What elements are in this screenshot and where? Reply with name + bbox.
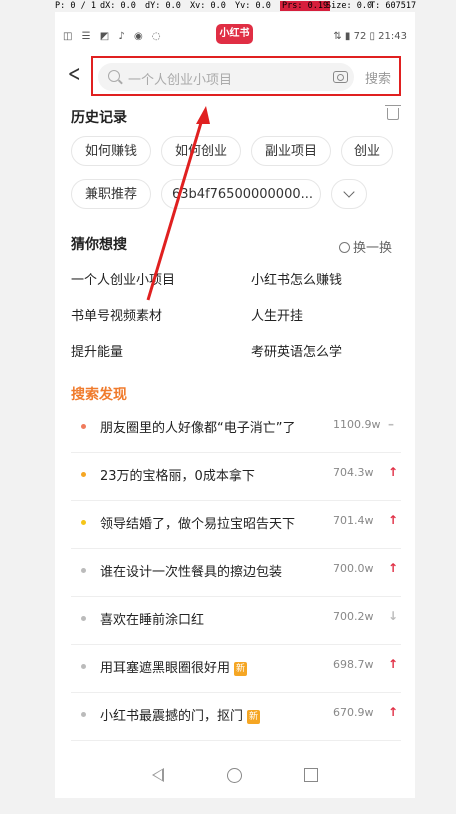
trend-arrow-icon: ↑ xyxy=(388,465,399,479)
trend-title: 朋友圈里的人好像都“电子消亡”了 xyxy=(100,421,296,436)
trend-count: 701.4w xyxy=(333,514,374,527)
trend-title: 用耳塞遮黑眼圈很好用新 xyxy=(100,657,248,676)
trend-row[interactable]: 领导结婚了，做个易拉宝昭告天下 701.4w ↑ xyxy=(71,501,401,549)
guess-item[interactable]: 提升能量 xyxy=(71,341,123,360)
refresh-label: 换一换 xyxy=(353,241,393,256)
discover-title: 搜索发现 xyxy=(71,387,127,403)
camera-icon[interactable] xyxy=(333,71,348,83)
trend-row[interactable]: 用耳塞遮黑眼圈很好用新 698.7w ↑ xyxy=(71,645,401,693)
trend-title: 领导结婚了，做个易拉宝昭告天下 xyxy=(100,517,296,532)
search-field-highlight: 一个人创业小项目 搜索 xyxy=(91,56,401,96)
trend-arrow-icon: ↑ xyxy=(388,561,399,575)
guess-title: 猜你想搜 xyxy=(71,237,127,253)
guess-item[interactable]: 考研英语怎么学 xyxy=(251,341,342,360)
refresh-icon xyxy=(339,242,350,253)
history-chip[interactable]: 如何赚钱 xyxy=(71,136,151,166)
trend-title: 喜欢在睡前涂口红 xyxy=(100,613,205,628)
trend-arrow-icon: ↓ xyxy=(388,609,399,623)
guess-item[interactable]: 书单号视频素材 xyxy=(71,305,162,324)
debug-size: Size: 0.0 xyxy=(326,1,373,11)
history-chip[interactable]: 63b4f76500000000... xyxy=(161,179,321,209)
debug-dy: dY: 0.0 xyxy=(145,1,181,11)
trend-title-text: 小红书最震撼的门，抠门 xyxy=(100,709,244,724)
trend-count: 700.2w xyxy=(333,610,374,623)
debug-t: T: 607517 xyxy=(370,1,417,11)
guess-item[interactable]: 一个人创业小项目 xyxy=(71,269,175,288)
nav-back-icon[interactable] xyxy=(152,768,164,782)
guess-item[interactable]: 人生开挂 xyxy=(251,305,303,324)
trend-title: 小红书最震撼的门，抠门新 xyxy=(100,705,261,724)
search-placeholder: 一个人创业小项目 xyxy=(128,73,233,88)
debug-yv: Yv: 0.0 xyxy=(235,1,271,11)
search-button[interactable]: 搜索 xyxy=(365,68,391,87)
search-input[interactable]: 一个人创业小项目 xyxy=(98,63,354,91)
trend-title-text: 用耳塞遮黑眼圈很好用 xyxy=(100,661,231,676)
debug-prs: Prs: 0.19 xyxy=(280,1,331,11)
trash-icon[interactable] xyxy=(385,105,401,120)
back-arrow-icon[interactable]: < xyxy=(68,63,81,87)
trend-row[interactable]: 小红书最震撼的门，抠门新 670.9w ↑ xyxy=(71,693,401,741)
new-badge: 新 xyxy=(234,662,248,676)
expand-chevron-icon[interactable] xyxy=(331,179,367,209)
debug-xv: Xv: 0.0 xyxy=(190,1,226,11)
rank-dot xyxy=(81,664,86,669)
history-chip[interactable]: 兼职推荐 xyxy=(71,179,151,209)
refresh-button[interactable]: 换一换 xyxy=(339,237,392,256)
status-bar: ◫ ☰ ◩ ♪ ◉ ◌ 小红书 ⇅ ▮ 72 ▯ 21:43 xyxy=(55,24,415,48)
trend-title: 23万的宝格丽，0成本拿下 xyxy=(100,469,255,484)
history-chip[interactable]: 创业 xyxy=(341,136,393,166)
status-right: ⇅ ▮ 72 ▯ 21:43 xyxy=(333,31,407,42)
nav-recents-icon[interactable] xyxy=(304,768,318,782)
trend-count: 670.9w xyxy=(333,706,374,719)
app-logo: 小红书 xyxy=(216,24,253,44)
trend-count: 698.7w xyxy=(333,658,374,671)
trend-arrow-icon: ↑ xyxy=(388,513,399,527)
history-title: 历史记录 xyxy=(71,110,127,126)
history-chip[interactable]: 副业项目 xyxy=(251,136,331,166)
rank-dot xyxy=(81,472,86,477)
trend-arrow-icon: ↑ xyxy=(388,705,399,719)
trend-arrow-icon: – xyxy=(388,417,394,431)
search-bar: < 一个人创业小项目 搜索 xyxy=(55,56,415,106)
phone-screen: ◫ ☰ ◩ ♪ ◉ ◌ 小红书 ⇅ ▮ 72 ▯ 21:43 < 一个人创业小项… xyxy=(55,12,415,798)
search-icon xyxy=(108,70,120,82)
nav-home-icon[interactable] xyxy=(227,768,242,783)
trend-row[interactable]: 谁在设计一次性餐具的擦边包装 700.0w ↑ xyxy=(71,549,401,597)
trend-count: 700.0w xyxy=(333,562,374,575)
trend-arrow-icon: ↑ xyxy=(388,657,399,671)
guess-item[interactable]: 小红书怎么赚钱 xyxy=(251,269,342,288)
rank-dot xyxy=(81,616,86,621)
debug-pointer: P: 0 / 1 xyxy=(55,1,96,11)
rank-dot xyxy=(81,568,86,573)
system-nav-bar xyxy=(55,754,415,798)
trend-count: 704.3w xyxy=(333,466,374,479)
rank-dot xyxy=(81,712,86,717)
debug-dx: dX: 0.0 xyxy=(100,1,136,11)
trend-count: 1100.9w xyxy=(333,418,381,431)
debug-overlay: P: 0 / 1 dX: 0.0 dY: 0.0 Xv: 0.0 Yv: 0.0… xyxy=(0,0,456,14)
trend-row[interactable]: 朋友圈里的人好像都“电子消亡”了 1100.9w – xyxy=(71,405,401,453)
status-left-icons: ◫ ☰ ◩ ♪ ◉ ◌ xyxy=(63,31,164,42)
trend-row[interactable]: 喜欢在睡前涂口红 700.2w ↓ xyxy=(71,597,401,645)
rank-dot xyxy=(81,424,86,429)
trend-row[interactable]: 23万的宝格丽，0成本拿下 704.3w ↑ xyxy=(71,453,401,501)
rank-dot xyxy=(81,520,86,525)
trend-title: 谁在设计一次性餐具的擦边包装 xyxy=(100,565,283,580)
history-chip[interactable]: 如何创业 xyxy=(161,136,241,166)
new-badge: 新 xyxy=(247,710,261,724)
